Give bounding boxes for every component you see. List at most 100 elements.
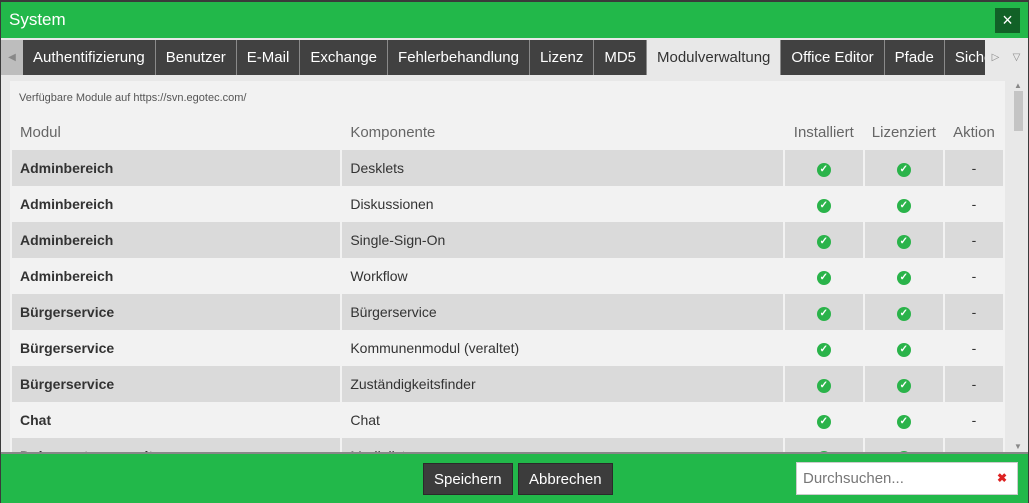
- table-row[interactable]: Adminbereich Desklets ✓ ✓ -: [12, 150, 1003, 186]
- installiert-cell: ✓: [785, 258, 863, 294]
- cancel-button[interactable]: Abbrechen: [518, 463, 613, 495]
- installiert-cell: ✓: [784, 222, 863, 258]
- tab-office-editor[interactable]: Office Editor: [781, 40, 885, 75]
- komponente-cell: Zuständigkeitsfinder: [342, 366, 783, 402]
- tab-lizenz[interactable]: Lizenz: [529, 40, 595, 75]
- aktion-cell: -: [944, 294, 1003, 330]
- modul-cell: Bürgerservice: [12, 294, 341, 330]
- tab-sicherh[interactable]: Sicherh: [944, 40, 985, 75]
- clear-search-icon[interactable]: ✖: [997, 471, 1007, 485]
- check-circle-icon: ✓: [896, 235, 911, 249]
- komponente-cell: Diskussionen: [350, 196, 434, 212]
- tab-menu-chevron-down-icon[interactable]: ▽: [1006, 40, 1027, 75]
- modul-cell: Bürgerservice: [20, 340, 115, 356]
- lizenziert-cell: ✓: [865, 258, 943, 294]
- tab-modulverwaltung[interactable]: Modulverwaltung: [647, 40, 782, 75]
- lizenziert-cell: ✓: [864, 294, 943, 330]
- installiert-cell: ✓: [785, 186, 863, 222]
- installiert-cell: ✓: [785, 402, 863, 438]
- close-button[interactable]: ×: [995, 8, 1020, 33]
- modul-cell: Dokumentenverwaltung: [12, 438, 341, 453]
- tab-authentifizierung[interactable]: Authentifizierung: [23, 40, 156, 75]
- komponente-cell: Medialist: [342, 438, 783, 453]
- tab-scroll-left-icon[interactable]: ◀: [1, 40, 23, 75]
- close-icon: ×: [1002, 10, 1013, 30]
- column-header-aktion[interactable]: Aktion: [945, 114, 1003, 150]
- tab-e-mail[interactable]: E-Mail: [236, 40, 301, 75]
- check-circle-icon: ✓: [816, 379, 831, 393]
- check-circle-icon: ✓: [896, 307, 911, 321]
- table-row[interactable]: Adminbereich Single-Sign-On ✓ ✓ -: [12, 222, 1003, 258]
- column-header-installiert[interactable]: Installiert: [785, 114, 863, 150]
- installiert-cell: ✓: [784, 438, 863, 453]
- module-table: Modul Komponente Installiert Lizenziert …: [10, 114, 1005, 453]
- installiert-cell: ✓: [784, 294, 863, 330]
- lizenziert-cell: ✓: [865, 330, 943, 366]
- lizenziert-cell: ✓: [865, 402, 943, 438]
- check-circle-icon: ✓: [816, 307, 831, 321]
- installiert-cell: ✓: [784, 366, 863, 402]
- check-circle-icon: ✓: [896, 163, 911, 177]
- aktion-cell: -: [971, 340, 977, 356]
- aktion-cell: -: [944, 150, 1003, 186]
- tab-exchange[interactable]: Exchange: [300, 40, 389, 75]
- dialog-title: System: [9, 10, 66, 29]
- aktion-cell: -: [971, 412, 977, 428]
- scroll-down-icon[interactable]: ▼: [1014, 442, 1022, 451]
- table-row[interactable]: Bürgerservice Bürgerservice ✓ ✓ -: [12, 294, 1003, 330]
- column-header-komponente[interactable]: Komponente: [342, 114, 782, 150]
- system-dialog: System × ◀ Authentifizierung Benutzer E-Ma…: [1, 2, 1028, 503]
- check-circle-icon: ✓: [816, 271, 831, 285]
- check-circle-icon: ✓: [896, 199, 911, 213]
- check-circle-icon: ✓: [816, 415, 831, 429]
- check-circle-icon: ✓: [816, 163, 831, 177]
- search-input[interactable]: [797, 463, 987, 494]
- komponente-cell: Kommunenmodul (veraltet): [350, 340, 520, 356]
- tab-md5[interactable]: MD5: [594, 40, 647, 75]
- modul-cell: Adminbereich: [12, 222, 341, 258]
- check-circle-icon: ✓: [896, 271, 911, 285]
- komponente-cell: Bürgerservice: [342, 294, 783, 330]
- column-header-modul[interactable]: Modul: [12, 114, 340, 150]
- table-row[interactable]: Chat Chat ✓ ✓ -: [12, 402, 1003, 438]
- check-circle-icon: ✓: [816, 199, 831, 213]
- aktion-cell: -: [944, 222, 1003, 258]
- table-row[interactable]: Adminbereich Diskussionen ✓ ✓ -: [12, 186, 1003, 222]
- komponente-cell: Single-Sign-On: [342, 222, 783, 258]
- lizenziert-cell: ✓: [865, 186, 943, 222]
- check-circle-icon: ✓: [896, 343, 911, 357]
- tab-bar: ◀ Authentifizierung Benutzer E-Mail Exchang…: [1, 40, 1028, 75]
- table-row[interactable]: Bürgerservice Zuständigkeitsfinder ✓ ✓ -: [12, 366, 1003, 402]
- search-box: ✖: [796, 462, 1018, 495]
- tab-scroll-right-icon[interactable]: ▷: [985, 40, 1006, 75]
- column-header-lizenziert[interactable]: Lizenziert: [865, 114, 943, 150]
- tab-pfade[interactable]: Pfade: [884, 40, 945, 75]
- tab-fehlerbehandlung[interactable]: Fehlerbehandlung: [388, 40, 530, 75]
- module-panel: Verfügbare Module auf https://svn.egotec…: [10, 81, 1005, 453]
- tab-benutzer[interactable]: Benutzer: [155, 40, 237, 75]
- modul-cell: Adminbereich: [12, 150, 341, 186]
- modul-cell: Adminbereich: [20, 268, 114, 284]
- komponente-cell: Desklets: [342, 150, 783, 186]
- komponente-cell: Chat: [350, 412, 380, 428]
- scrollbar-thumb[interactable]: [1014, 91, 1023, 131]
- save-button[interactable]: Speichern: [423, 463, 513, 495]
- check-circle-icon: ✓: [816, 235, 831, 249]
- table-row[interactable]: DokumentenverwaltungMedialist✓✓-: [12, 438, 1003, 453]
- aktion-cell: -: [971, 268, 977, 284]
- aktion-cell: -: [971, 196, 977, 212]
- aktion-cell: -: [944, 366, 1003, 402]
- check-circle-icon: ✓: [896, 415, 911, 429]
- table-row[interactable]: Adminbereich Workflow ✓ ✓ -: [12, 258, 1003, 294]
- available-modules-hint: Verfügbare Module auf https://svn.egotec…: [19, 92, 247, 104]
- lizenziert-cell: ✓: [864, 150, 943, 186]
- vertical-scrollbar[interactable]: ▲ ▼: [1012, 81, 1025, 453]
- modul-cell: Bürgerservice: [12, 366, 341, 402]
- lizenziert-cell: ✓: [864, 222, 943, 258]
- installiert-cell: ✓: [785, 330, 863, 366]
- table-row[interactable]: Bürgerservice Kommunenmodul (veraltet) ✓ ✓ -: [12, 330, 1003, 366]
- modul-cell: Chat: [20, 412, 52, 428]
- check-circle-icon: ✓: [816, 343, 831, 357]
- dialog-footer: Speichern Abbrechen ✖: [1, 452, 1028, 503]
- scroll-up-icon[interactable]: ▲: [1014, 81, 1022, 90]
